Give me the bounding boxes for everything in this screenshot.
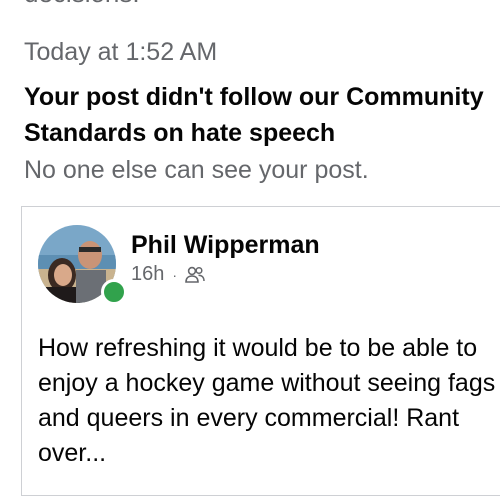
notification-headline: Your post didn't follow our Community St…: [24, 83, 484, 147]
post-body-text: How refreshing it would be to be able to…: [38, 334, 496, 467]
meta-separator: ·: [172, 266, 178, 283]
post-card[interactable]: Phil Wipperman 16h · How refreshing it w…: [21, 206, 500, 496]
friends-icon[interactable]: [185, 266, 205, 284]
online-status-dot: [101, 279, 127, 305]
post-author-name[interactable]: Phil Wipperman: [131, 231, 320, 260]
notification-detail-screen: decisions. Today at 1:52 AM Your post di…: [0, 0, 500, 500]
post-meta: 16h ·: [131, 263, 205, 286]
post-age[interactable]: 16h: [131, 263, 164, 286]
previous-text-cutoff: decisions.: [24, 0, 140, 9]
notification-subtext: No one else can see your post.: [24, 156, 369, 184]
notification-timestamp: Today at 1:52 AM: [24, 38, 218, 66]
